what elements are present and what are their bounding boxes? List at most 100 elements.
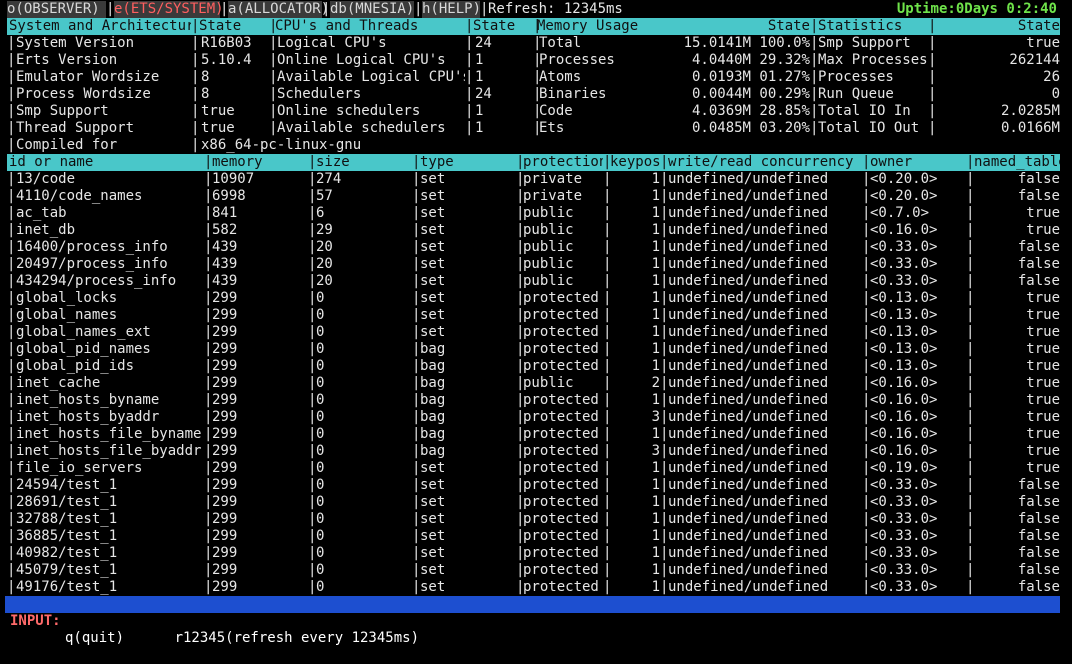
table-row[interactable]: | | | | | | | | | inet_hosts_byname 299 0 bag protect…: [7, 392, 1072, 409]
cell-concurrency: undefined/undefined: [668, 443, 829, 459]
header-id-or-name[interactable]: id or name: [9, 154, 204, 171]
system-stat-value: 262144: [1009, 52, 1060, 68]
table-row[interactable]: | | | | | | | | | global_names 299 0 set protected 1 un…: [7, 307, 1072, 324]
cell-size: 0: [316, 375, 325, 391]
cell-protection: protected: [523, 392, 599, 408]
col-separator: |: [7, 341, 16, 357]
uptime: Uptime:0Days 0:2:40: [896, 1, 1057, 17]
header-keypos[interactable]: keypos: [610, 154, 660, 171]
cell-concurrency: undefined/undefined: [668, 392, 829, 408]
col-separator: |: [465, 69, 474, 85]
table-row[interactable]: | | | | | | | | | global_names_ext 299 0 set protecte…: [7, 324, 1072, 341]
cell-size: 0: [316, 358, 325, 374]
cell-type: set: [420, 562, 446, 578]
tab-observer[interactable]: o(OBSERVER): [7, 1, 106, 18]
cell-concurrency: undefined/undefined: [668, 494, 829, 510]
cell-id-or-name: 24594/test_1: [16, 477, 118, 493]
system-info-row: | Erts Version | 5.10.4 | Online Logical CPU'…: [7, 52, 1072, 69]
system-info-row: | System Version | R16B03 | Logical CPU's | 24 |…: [7, 35, 1072, 52]
cell-named-table: false: [1017, 511, 1060, 527]
table-row[interactable]: | | | | | | | | | inet_hosts_file_byname 299 0 bag pr…: [7, 426, 1072, 443]
table-row[interactable]: | | | | | | | | | inet_db 582 29 set public 1 undefined…: [7, 222, 1072, 239]
system-stat-label: Processes: [818, 69, 894, 85]
cell-protection: public: [523, 375, 574, 391]
table-row[interactable]: | | | | | | | | | inet_hosts_byaddr 299 0 bag protect…: [7, 409, 1072, 426]
cell-concurrency: undefined/undefined: [668, 528, 829, 544]
cell-memory: 299: [212, 511, 238, 527]
cell-type: bag: [420, 375, 446, 391]
system-info-row: | Process Wordsize | 8 | Schedulers | 24 | Binari…: [7, 86, 1072, 103]
cell-concurrency: undefined/undefined: [668, 239, 829, 255]
cell-owner: <0.33.0>: [870, 579, 938, 595]
cell-size: 274: [316, 171, 342, 187]
cell-type: set: [420, 460, 446, 476]
tab-mnesia[interactable]: db(MNESIA): [330, 1, 414, 18]
header-concurrency[interactable]: write/read concurrency: [668, 154, 862, 171]
cell-id-or-name: 40982/test_1: [16, 545, 118, 561]
table-row[interactable]: | | | | | | | | | ac_tab 841 6 set public 1 undefined/u…: [7, 205, 1072, 222]
tab-help[interactable]: h(HELP): [422, 1, 481, 18]
table-row[interactable]: | | | | | | | | | 28691/test_1 299 0 set protected 1 un…: [7, 494, 1072, 511]
header-protection[interactable]: protection: [523, 154, 603, 171]
header-owner[interactable]: owner: [870, 154, 966, 171]
cell-keypos: 1: [651, 205, 660, 221]
cell-named-table: true: [1026, 222, 1060, 238]
cell-keypos: 1: [651, 341, 660, 357]
col-separator: |: [7, 358, 16, 374]
table-row[interactable]: | | | | | | | | | 24594/test_1 299 0 set protected 1 un…: [7, 477, 1072, 494]
table-row[interactable]: | | | | | | | | | 434294/process_info 439 20 set publ…: [7, 273, 1072, 290]
table-row[interactable]: | | | | | | | | | 4110/code_names 6998 57 set private…: [7, 188, 1072, 205]
tab-ets-system[interactable]: e(ETS/SYSTEM): [114, 1, 224, 18]
cell-id-or-name: 45079/test_1: [16, 562, 118, 578]
table-row[interactable]: | | | | | | | | | 40982/test_1 299 0 set protected 1 un…: [7, 545, 1072, 562]
table-row[interactable]: | | | | | | | | | global_locks 299 0 set protected 1 un…: [7, 290, 1072, 307]
system-value: true: [201, 103, 235, 119]
header-memory[interactable]: memory: [212, 154, 308, 171]
tab-allocator[interactable]: a(ALLOCATOR): [228, 1, 329, 18]
cell-type: set: [420, 324, 446, 340]
cell-type: bag: [420, 341, 446, 357]
cell-keypos: 1: [651, 494, 660, 510]
table-row[interactable]: | | | | | | | | | 45079/test_1 299 0 set protected 1 un…: [7, 562, 1072, 579]
col-separator: |: [7, 579, 16, 595]
cell-memory: 439: [212, 273, 238, 289]
cell-owner: <0.33.0>: [870, 239, 938, 255]
cell-type: set: [420, 511, 446, 527]
cell-size: 0: [316, 511, 325, 527]
system-cpu-label: Online schedulers: [277, 103, 421, 119]
table-row[interactable]: | | | | | | | | | 20497/process_info 439 20 set publi…: [7, 256, 1072, 273]
cell-named-table: true: [1026, 341, 1060, 357]
cell-id-or-name: inet_hosts_byname: [16, 392, 160, 408]
cell-id-or-name: inet_db: [16, 222, 76, 238]
col-separator: |: [191, 35, 200, 51]
table-row[interactable]: | | | | | | | | | global_pid_ids 299 0 bag protected 1…: [7, 358, 1072, 375]
table-row[interactable]: | | | | | | | | | 13/code 10907 274 set private 1 undef…: [7, 171, 1072, 188]
table-row[interactable]: | | | | | | | | | 16400/process_info 439 20 set publi…: [7, 239, 1072, 256]
table-row[interactable]: | | | | | | | | | 49176/test_1 299 0 set protected 1 un…: [7, 579, 1072, 596]
cell-keypos: 3: [651, 443, 660, 459]
input-bar[interactable]: INPUT: q(quit) r12345(refresh every 1234…: [5, 596, 1060, 646]
table-row[interactable]: | | | | | | | | | file_io_servers 299 0 set protected…: [7, 460, 1072, 477]
header-state: State: [473, 18, 516, 34]
cell-type: bag: [420, 409, 446, 425]
table-row[interactable]: | | | | | | | | | global_pid_names 299 0 bag protecte…: [7, 341, 1072, 358]
header-type[interactable]: type: [420, 154, 516, 171]
header-memory-usage: Memory Usage: [537, 18, 639, 34]
table-row[interactable]: | | | | | | | | | 32788/test_1 299 0 set protected 1 un…: [7, 511, 1072, 528]
header-named-table[interactable]: named_table: [974, 154, 1060, 171]
table-row[interactable]: | | | | | | | | | inet_cache 299 0 bag public 2 undefin…: [7, 375, 1072, 392]
col-separator: |: [191, 120, 200, 136]
table-row[interactable]: | | | | | | | | | 36885/test_1 299 0 set protected 1 un…: [7, 528, 1072, 545]
cell-id-or-name: 16400/process_info: [16, 239, 168, 255]
system-mem-label: Processes: [539, 52, 615, 68]
cell-named-table: false: [1017, 528, 1060, 544]
header-state: State: [1017, 18, 1060, 34]
cell-concurrency: undefined/undefined: [668, 188, 829, 204]
header-state: State: [199, 18, 242, 34]
col-separator: |: [7, 273, 16, 289]
header-size[interactable]: size: [316, 154, 412, 171]
cell-memory: 299: [212, 545, 238, 561]
table-row[interactable]: | | | | | | | | | inet_hosts_file_byaddr 299 0 bag pr…: [7, 443, 1072, 460]
cell-keypos: 1: [651, 511, 660, 527]
system-cpu-value: 24: [475, 86, 492, 102]
